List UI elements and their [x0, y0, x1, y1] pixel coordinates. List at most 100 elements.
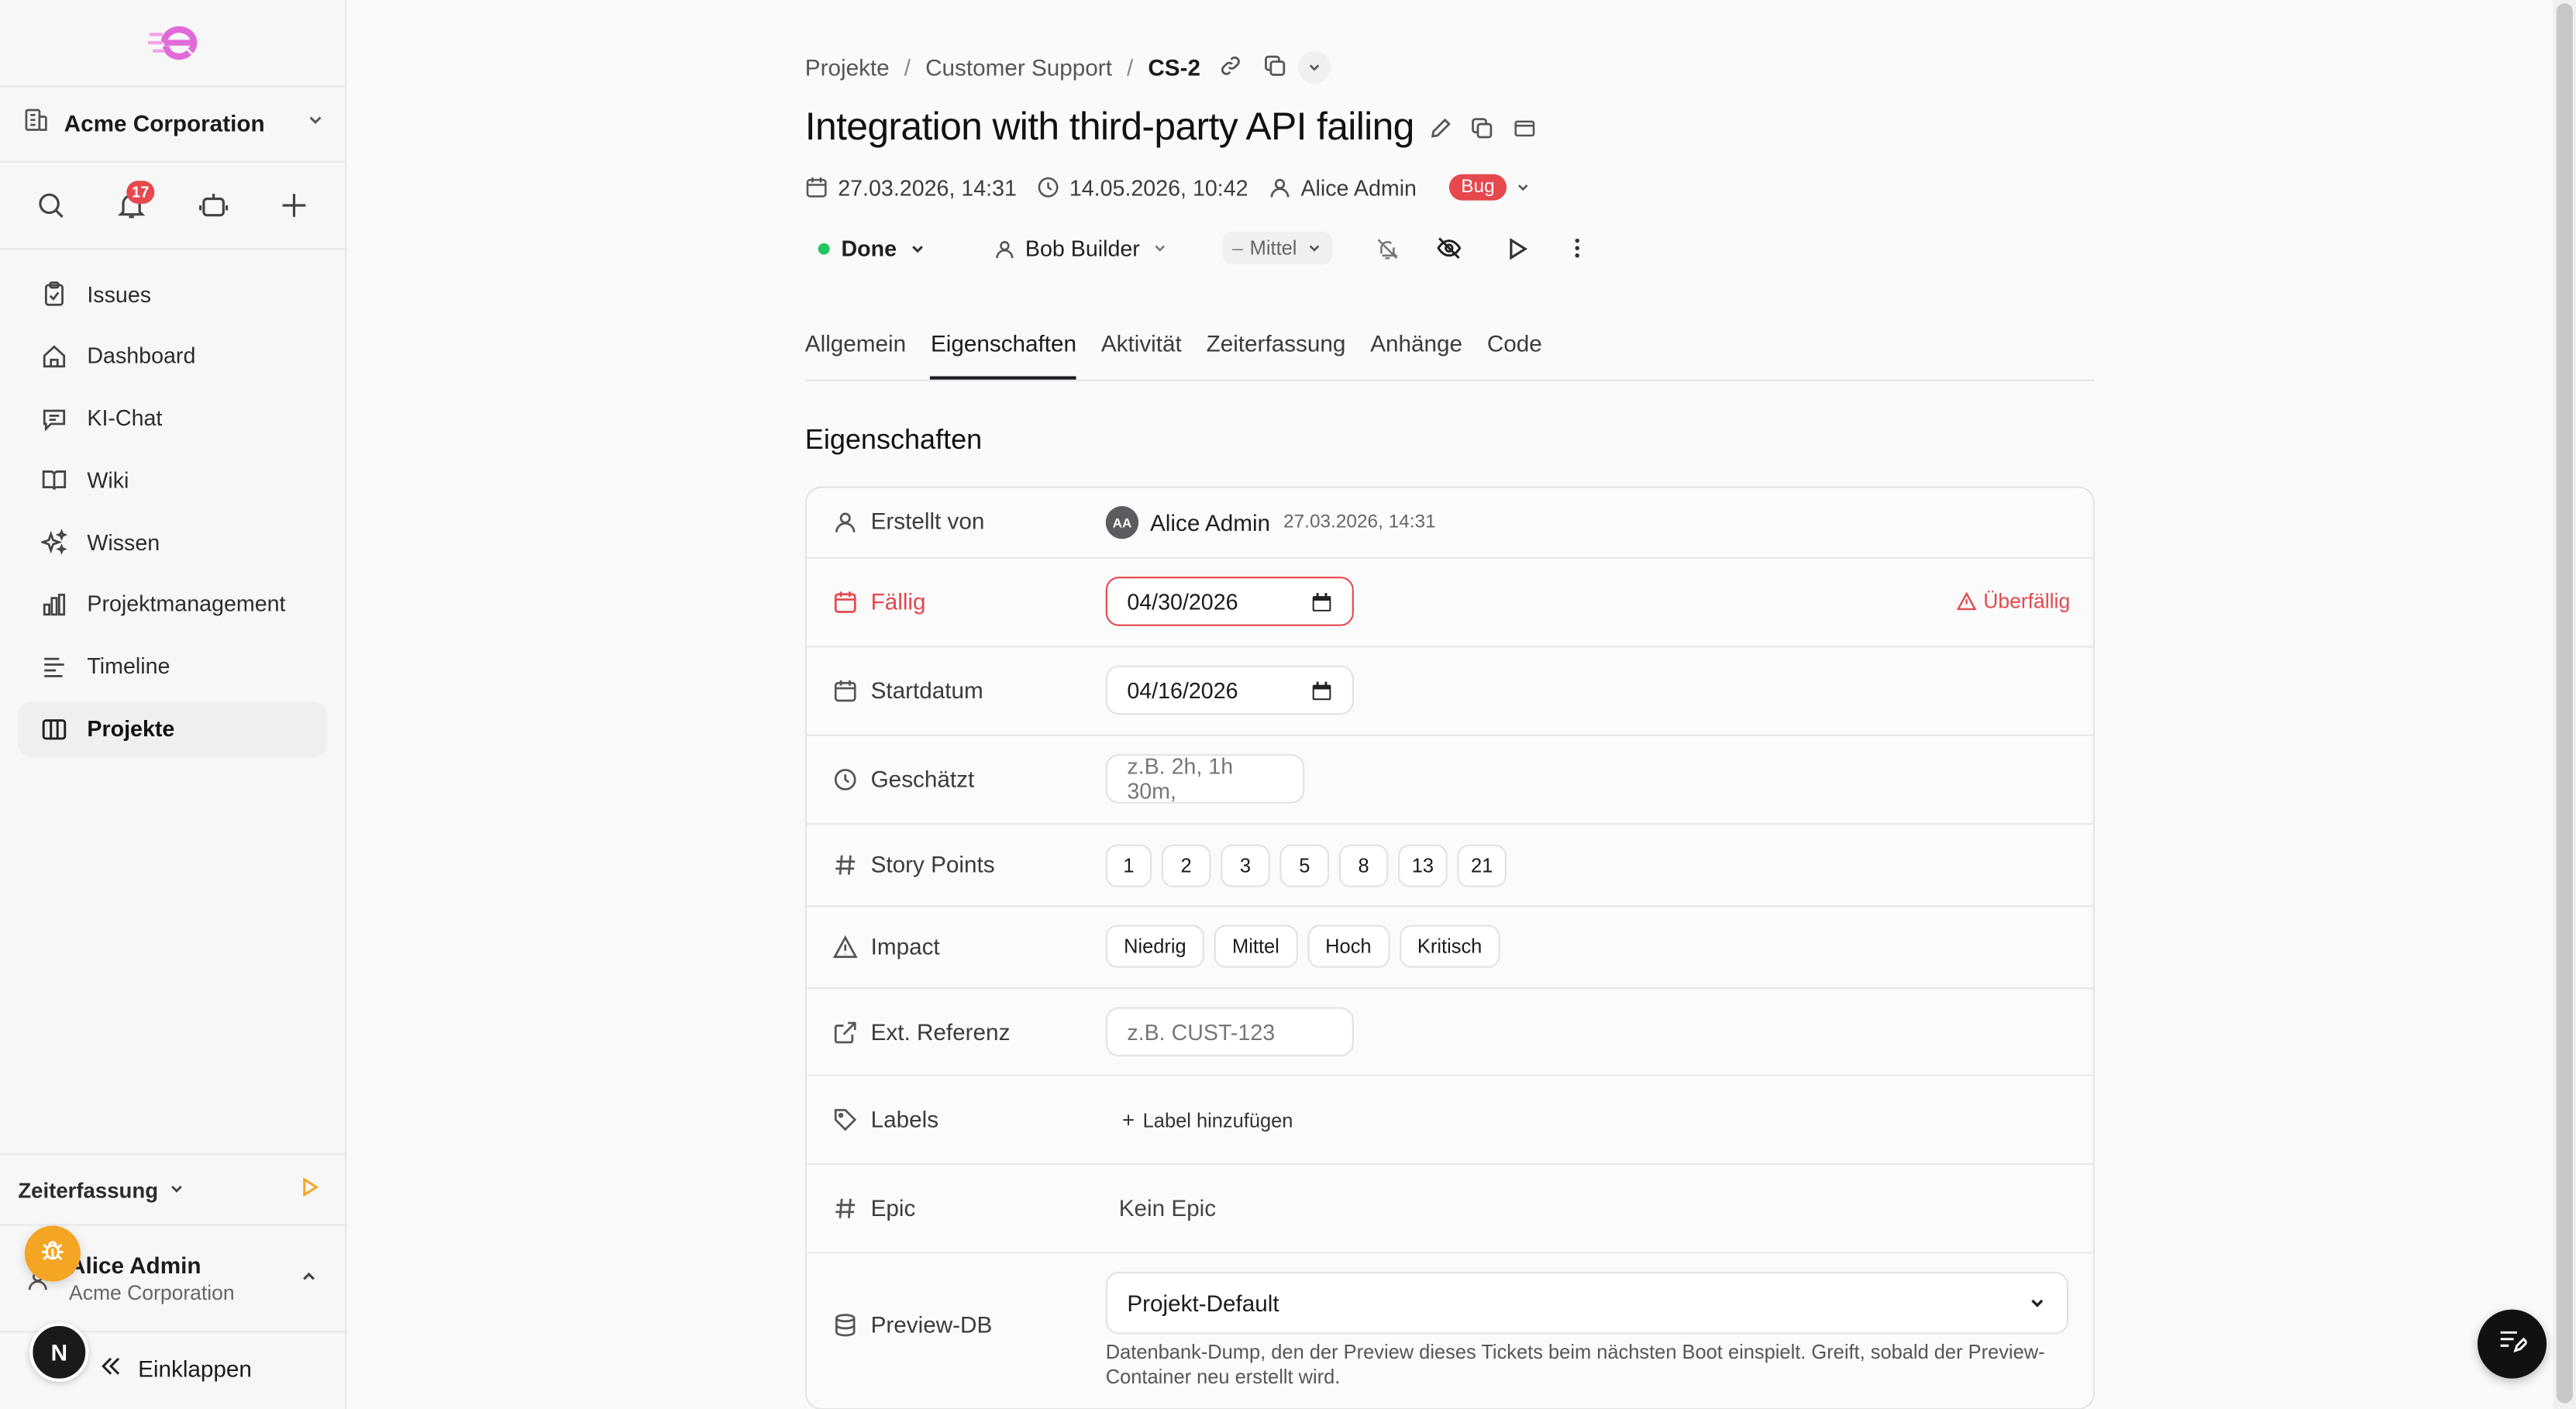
property-row-created-by: Erstellt von AA Alice Admin 27.03.2026, … — [806, 488, 2093, 559]
bug-icon — [38, 1235, 67, 1273]
plus-icon: + — [1121, 1107, 1135, 1132]
breadcrumb-issue-key: CS-2 — [1148, 53, 1200, 81]
clock-icon — [834, 768, 856, 790]
nav-issues[interactable]: Issues — [18, 266, 327, 322]
pencil-icon[interactable] — [1429, 105, 1452, 150]
impact-option[interactable]: Kritisch — [1399, 925, 1500, 968]
tab-aktivitaet[interactable]: Aktivität — [1101, 329, 1182, 380]
due-date-field: 04/30/2026 — [1105, 577, 1354, 626]
play-icon[interactable] — [1505, 230, 1530, 267]
window-icon[interactable] — [1513, 105, 1536, 150]
hash-icon — [835, 854, 856, 874]
status-dropdown[interactable]: Done — [818, 230, 926, 267]
overdue-indicator: Überfällig — [1957, 590, 2070, 613]
avatar: AA — [1105, 505, 1139, 539]
scrollbar[interactable] — [2553, 0, 2576, 1409]
story-point-option[interactable]: 8 — [1338, 844, 1389, 887]
list-edit-icon — [2497, 1325, 2529, 1363]
nav-projektmanagement[interactable]: Projektmanagement — [18, 577, 327, 632]
tab-code[interactable]: Code — [1487, 329, 1542, 380]
priority-dropdown[interactable]: – Mittel — [1222, 231, 1334, 265]
estimate-input[interactable]: z.B. 2h, 1h 30m, — [1105, 754, 1305, 804]
timeline-icon — [40, 652, 69, 681]
story-point-option[interactable]: 3 — [1221, 844, 1270, 887]
created-date: 27.03.2026, 14:31 — [805, 175, 1017, 200]
assignee-dropdown[interactable]: Bob Builder — [994, 230, 1168, 267]
chevron-down-icon — [168, 1177, 186, 1202]
impact-option[interactable]: Hoch — [1307, 925, 1390, 968]
issue-type-selector[interactable]: Bug — [1446, 174, 1541, 201]
due-date-input[interactable]: 04/30/2026 — [1105, 577, 1354, 626]
nav-label: Timeline — [87, 654, 170, 680]
n-avatar-button[interactable]: N — [29, 1322, 89, 1382]
add-label-button[interactable]: + Label hinzufügen — [1122, 1108, 1293, 1132]
sidebar: Acme Corporation 17 Issues Dashboard KI-… — [0, 0, 347, 1409]
copy-icon[interactable] — [1470, 105, 1493, 150]
play-icon[interactable] — [299, 1176, 321, 1203]
breadcrumb-projects[interactable]: Projekte — [805, 54, 890, 81]
tab-zeiterfassung[interactable]: Zeiterfassung — [1207, 329, 1346, 380]
chevron-down-icon — [911, 245, 923, 253]
org-switcher[interactable]: Acme Corporation — [23, 105, 325, 142]
chevron-down-icon — [1155, 245, 1165, 252]
bell-off-icon[interactable] — [1375, 230, 1400, 267]
created-by-name: Alice Admin — [1149, 509, 1271, 536]
start-date-input[interactable]: 04/16/2026 — [1105, 665, 1354, 715]
chevron-down-icon[interactable] — [1297, 50, 1331, 84]
chat-icon — [40, 404, 69, 433]
property-label: Erstellt von — [833, 508, 984, 534]
more-vertical-icon[interactable] — [1565, 230, 1589, 267]
nav-label: Wiki — [87, 467, 129, 493]
epic-value[interactable]: Kein Epic — [1119, 1194, 1216, 1221]
link-icon[interactable] — [1218, 53, 1242, 81]
calendar-icon — [1312, 680, 1331, 700]
tab-anhaenge[interactable]: Anhänge — [1370, 329, 1462, 380]
story-points-options: 1 2 3 5 8 13 21 — [1105, 844, 1517, 887]
story-point-option[interactable]: 2 — [1161, 844, 1211, 887]
copy-icon[interactable] — [1263, 53, 1286, 81]
nav-wiki[interactable]: Wiki — [18, 453, 327, 508]
breadcrumb-project[interactable]: Customer Support — [925, 54, 1112, 81]
nav-timeline[interactable]: Timeline — [18, 639, 327, 694]
property-label: Startdatum — [833, 677, 983, 703]
story-point-option[interactable]: 13 — [1398, 844, 1448, 887]
robot-icon[interactable] — [195, 188, 232, 224]
story-point-option[interactable]: 21 — [1457, 844, 1507, 887]
impact-option[interactable]: Niedrig — [1105, 925, 1204, 968]
collapse-sidebar-button[interactable]: Einklappen — [98, 1354, 252, 1383]
tag-icon — [834, 1108, 857, 1131]
property-label: Impact — [832, 933, 940, 959]
issue-tabs: Allgemein Eigenschaften Aktivität Zeiter… — [804, 329, 2095, 381]
property-row-labels: Labels + Label hinzufügen — [806, 1077, 2093, 1166]
status-label: Done — [841, 236, 897, 261]
nav-label: KI-Chat — [87, 405, 163, 431]
app-logo[interactable] — [147, 23, 201, 63]
impact-options: Niedrig Mittel Hoch Kritisch — [1105, 925, 1510, 968]
nav-wissen[interactable]: Wissen — [18, 515, 327, 570]
issue-title-row: Integration with third-party API failing — [805, 105, 1536, 150]
story-point-option[interactable]: 1 — [1105, 844, 1152, 887]
ext-ref-input[interactable]: z.B. CUST-123 — [1105, 1007, 1354, 1057]
issue-meta: 27.03.2026, 14:31 14.05.2026, 10:42 Alic… — [805, 174, 1561, 201]
tab-allgemein[interactable]: Allgemein — [805, 329, 906, 380]
search-icon[interactable] — [33, 188, 69, 224]
nav-projekte[interactable]: Projekte — [18, 701, 327, 757]
property-label: Geschätzt — [833, 766, 974, 792]
assistant-button[interactable] — [2477, 1309, 2547, 1379]
nav-label: Dashboard — [87, 343, 196, 369]
status-dot — [818, 242, 830, 254]
nav-ki-chat[interactable]: KI-Chat — [18, 391, 327, 446]
scrollbar-thumb[interactable] — [2556, 3, 2573, 1404]
story-point-option[interactable]: 5 — [1279, 844, 1330, 887]
nav-dashboard[interactable]: Dashboard — [18, 329, 327, 384]
tab-eigenschaften[interactable]: Eigenschaften — [930, 329, 1077, 380]
divider — [0, 85, 346, 88]
eye-off-icon[interactable] — [1436, 230, 1462, 267]
breadcrumb: Projekte / Customer Support / CS-2 — [805, 50, 1331, 84]
plus-icon[interactable] — [276, 188, 312, 224]
impact-option[interactable]: Mittel — [1214, 925, 1298, 968]
time-tracking-toggle[interactable]: Zeiterfassung — [18, 1173, 327, 1206]
preview-db-field: Projekt-Default Datenbank-Dump, den der … — [1105, 1271, 2069, 1390]
preview-db-select[interactable]: Projekt-Default — [1105, 1271, 2069, 1335]
bug-report-button[interactable] — [24, 1225, 81, 1282]
